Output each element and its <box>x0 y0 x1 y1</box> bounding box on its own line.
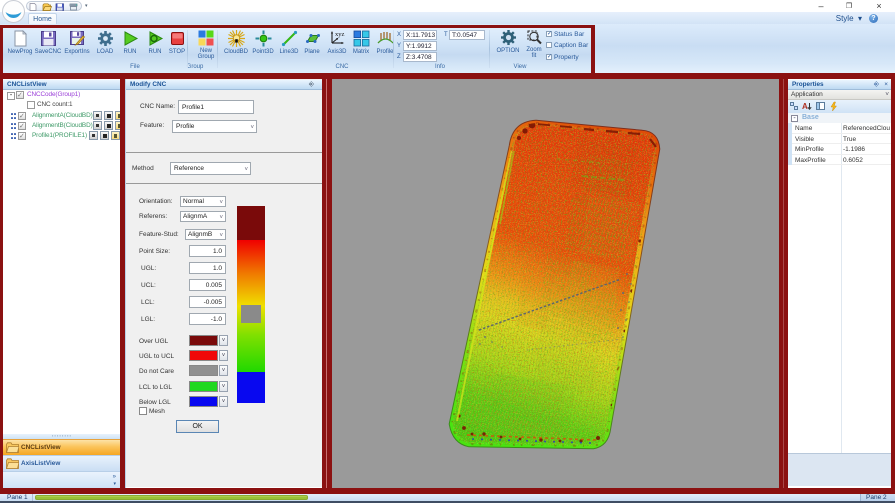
svg-text:A: A <box>802 102 808 111</box>
